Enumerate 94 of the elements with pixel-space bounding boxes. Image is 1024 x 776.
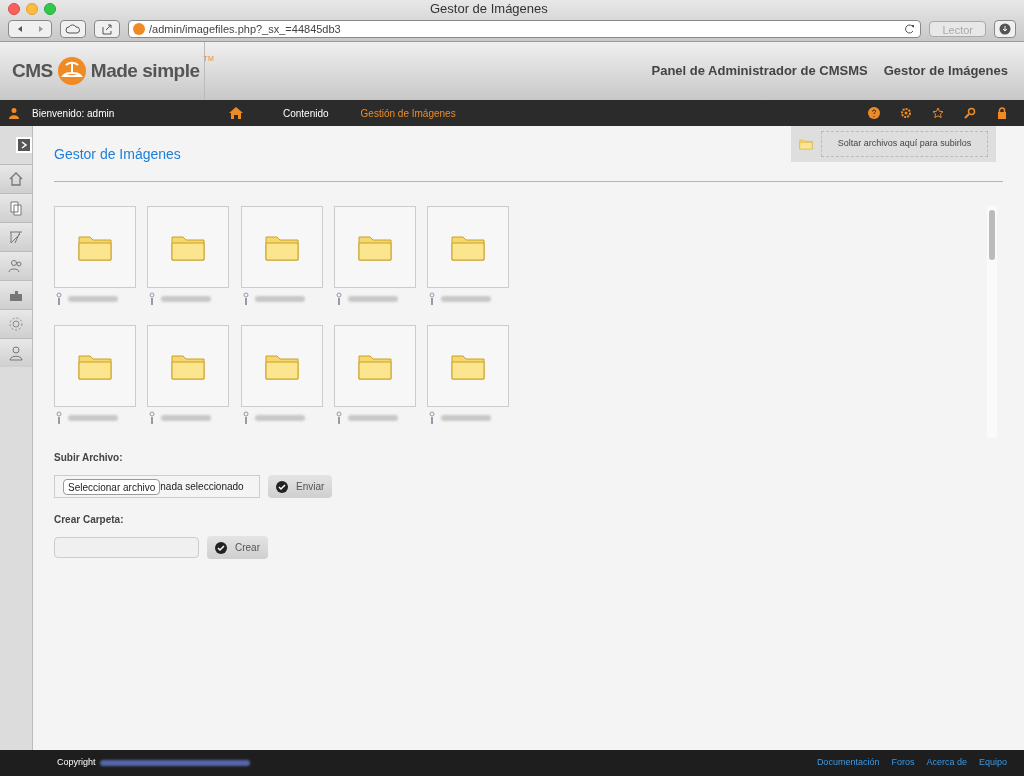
info-icon[interactable] xyxy=(147,292,158,306)
blurred-label xyxy=(347,415,398,421)
account-icon xyxy=(8,345,24,361)
folder-thumbnail[interactable] xyxy=(427,206,510,288)
share-icon xyxy=(101,23,113,36)
header-page: Gestor de Imágenes xyxy=(883,62,1008,81)
sidebar-item[interactable] xyxy=(0,338,32,367)
blurred-label xyxy=(441,296,492,302)
breadcrumb-link[interactable]: Gestión de Imágenes xyxy=(360,105,456,121)
breadcrumb-link[interactable]: Contenido xyxy=(283,105,329,121)
sidebar-item[interactable] xyxy=(0,164,32,193)
file-input[interactable]: Seleccionar archivo nada seleccionado xyxy=(54,475,260,498)
info-icon[interactable] xyxy=(427,411,438,425)
folder-thumbnail[interactable] xyxy=(427,325,510,407)
choose-file-button[interactable]: Seleccionar archivo xyxy=(63,478,161,495)
search-icon[interactable] xyxy=(964,107,976,119)
sidebar-item[interactable] xyxy=(0,193,32,222)
folder-thumbnail[interactable] xyxy=(240,325,323,407)
footer-link[interactable]: Documentación xyxy=(816,756,880,770)
site-icon xyxy=(133,23,145,36)
create-button[interactable]: Crear xyxy=(207,536,268,559)
footer-link[interactable]: Foros xyxy=(891,756,915,770)
address-text: /admin/imagefiles.php?_sx_=44845db3 xyxy=(149,22,341,38)
logo-text: CMS xyxy=(12,58,53,83)
create-folder-label: Crear Carpeta: xyxy=(54,513,125,527)
minimize-window-icon[interactable] xyxy=(26,2,38,15)
info-icon[interactable] xyxy=(147,411,158,425)
forward-icon xyxy=(36,25,45,34)
icloud-button[interactable] xyxy=(60,20,86,39)
folder-name-field[interactable] xyxy=(54,537,199,558)
folder-thumbnail[interactable] xyxy=(240,206,323,288)
window-title: Gestor de Imágenes xyxy=(430,0,548,19)
blurred-label xyxy=(254,296,305,302)
info-icon[interactable] xyxy=(427,292,438,306)
sidebar-item[interactable] xyxy=(0,251,32,280)
zoom-window-icon[interactable] xyxy=(44,2,56,15)
blurred-label xyxy=(68,415,118,421)
content-icon xyxy=(8,200,24,216)
info-icon[interactable] xyxy=(333,292,344,306)
file-status: nada seleccionado xyxy=(160,480,244,494)
back-forward-control[interactable] xyxy=(8,20,52,39)
info-icon[interactable] xyxy=(240,411,251,425)
home-icon xyxy=(8,171,24,187)
share-button[interactable] xyxy=(94,20,120,39)
drop-zone-text: Soltar archivos aquí para subirlos xyxy=(821,131,988,157)
download-icon xyxy=(999,23,1011,36)
address-field[interactable]: /admin/imagefiles.php?_sx_=44845db3 xyxy=(128,20,922,39)
blurred-label xyxy=(68,296,118,302)
blurred-label xyxy=(254,415,305,421)
settings-icon xyxy=(8,316,24,332)
info-icon[interactable] xyxy=(333,411,344,425)
check-icon xyxy=(215,541,227,554)
settings-icon[interactable] xyxy=(900,107,912,119)
blurred-label xyxy=(161,415,212,421)
info-icon[interactable] xyxy=(54,411,64,425)
logo-text: Made simple xyxy=(90,58,200,83)
help-icon[interactable] xyxy=(868,107,880,119)
blurred-label xyxy=(161,296,212,302)
cloud-icon xyxy=(65,23,81,36)
folder-thumbnail[interactable] xyxy=(147,325,230,407)
chevron-right-icon xyxy=(20,141,28,149)
drop-zone[interactable]: Soltar archivos aquí para subirlos xyxy=(791,126,996,162)
info-icon[interactable] xyxy=(54,292,64,306)
sidebar-item[interactable] xyxy=(0,309,32,338)
scrollbar-thumb[interactable] xyxy=(989,210,995,260)
sidebar-item[interactable] xyxy=(0,280,32,309)
footer-link[interactable]: Equipo xyxy=(978,756,1007,770)
users-icon xyxy=(8,258,24,274)
blurred-label xyxy=(441,415,492,421)
welcome-text: Bienvenido: admin xyxy=(32,106,115,121)
upload-label: Subir Archivo: xyxy=(54,451,124,465)
folder-thumbnail[interactable] xyxy=(147,206,230,288)
folder-thumbnail[interactable] xyxy=(333,325,416,407)
footer-link[interactable]: Acerca de xyxy=(926,756,967,770)
home-icon[interactable] xyxy=(229,107,243,119)
copyright-text: Copyright xyxy=(57,756,96,770)
downloads-button[interactable] xyxy=(994,20,1016,39)
close-window-icon[interactable] xyxy=(8,2,20,15)
folder-thumbnail[interactable] xyxy=(333,206,416,288)
blurred-label xyxy=(347,296,398,302)
page-title: Gestor de Imágenes xyxy=(54,145,181,164)
expand-sidebar-button[interactable] xyxy=(16,137,32,153)
info-icon[interactable] xyxy=(240,292,251,306)
folder-icon xyxy=(799,138,813,150)
check-icon xyxy=(276,480,288,493)
user-icon xyxy=(8,107,20,119)
header-title: Panel de Administrador de CMSMS xyxy=(651,62,868,81)
folder-thumbnail[interactable] xyxy=(54,325,136,407)
send-button[interactable]: Enviar xyxy=(268,475,333,498)
star-icon[interactable] xyxy=(932,107,944,119)
lock-icon[interactable] xyxy=(996,107,1008,119)
reload-icon[interactable] xyxy=(904,23,917,36)
sidebar-item[interactable] xyxy=(0,222,32,251)
folder-thumbnail[interactable] xyxy=(54,206,136,288)
